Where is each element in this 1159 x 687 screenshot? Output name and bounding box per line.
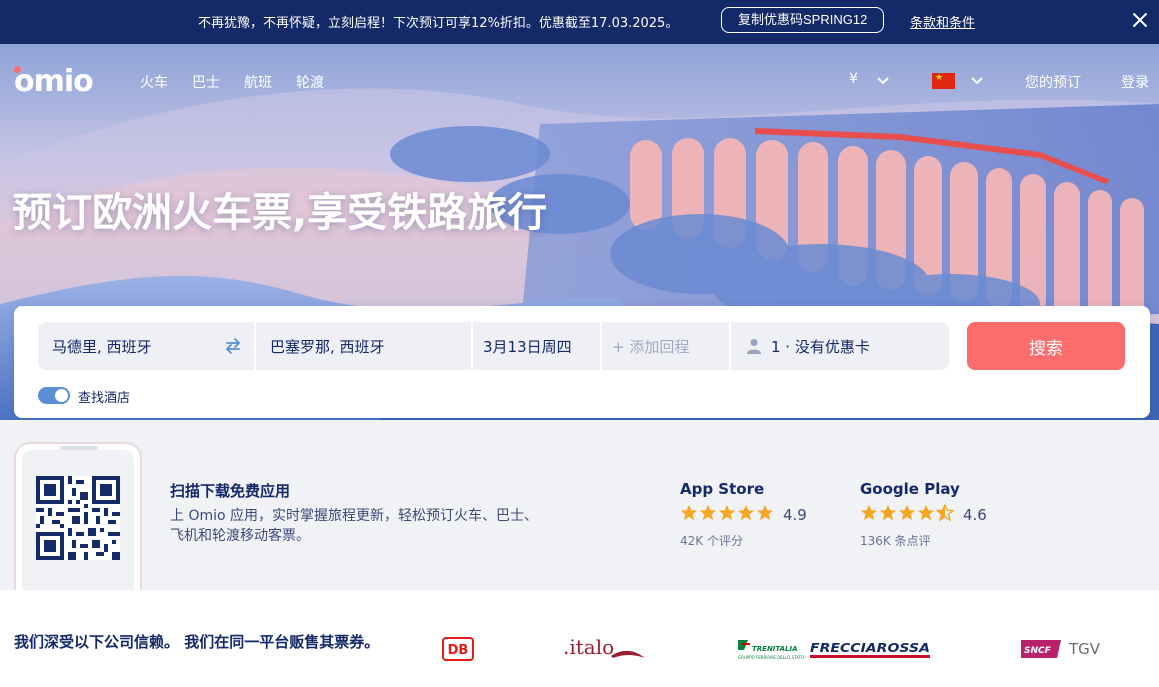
google-play-review-count: 136K 条点评	[860, 534, 931, 548]
omio-logo[interactable]: omio	[14, 64, 94, 99]
login-link[interactable]: 登录	[1121, 72, 1149, 92]
promo-banner: 不再犹豫，不再怀疑，立刻启程！下次预订可享12%折扣。优惠截至17.03.202…	[0, 0, 1159, 44]
departure-date-value: 3月13日周四	[483, 337, 572, 356]
china-flag-icon[interactable]: ★	[932, 73, 955, 89]
star-icon	[879, 504, 897, 521]
svg-text:GRUPPO FERROVIE DELLO STATO IT: GRUPPO FERROVIE DELLO STATO ITALIANE	[738, 655, 806, 660]
trusted-partners-text: 我们深受以下公司信赖。 我们在同一平台贩售其票券。	[14, 633, 380, 651]
qr-code-icon	[36, 476, 120, 560]
nav-ferries[interactable]: 轮渡	[296, 72, 324, 92]
app-download-section: 扫描下载免费应用 上 Omio 应用，实时掌握旅程更新，轻松预订火车、巴士、飞机…	[0, 420, 1159, 602]
nav-flights[interactable]: 航班	[244, 72, 272, 92]
trenitalia-logo: TRENITALIA GRUPPO FERROVIE DELLO STATO I…	[738, 640, 806, 660]
italo-logo-text: .italo	[563, 635, 614, 659]
app-store-stars	[680, 504, 775, 522]
app-promo-description: 上 Omio 应用，实时掌握旅程更新，轻松预订火车、巴士、飞机和轮渡移动客票。	[170, 508, 539, 544]
search-card: 马德里, 西班牙 巴塞罗那, 西班牙 3月13日周四 + 添加回程 1 · 没有…	[14, 306, 1150, 418]
star-icon	[898, 504, 916, 521]
passengers-field[interactable]: 1 · 没有优惠卡	[731, 322, 949, 370]
add-return-placeholder: + 添加回程	[612, 337, 690, 356]
star-icon	[917, 504, 935, 521]
person-icon	[747, 339, 761, 354]
chevron-down-icon[interactable]	[970, 76, 984, 86]
sncf-logo-text: SNCF	[1024, 646, 1052, 656]
promo-text: 不再犹豫，不再怀疑，立刻启程！下次预订可享12%折扣。优惠截至17.03.202…	[198, 16, 679, 31]
app-store-rating: 4.9	[783, 506, 807, 524]
star-icon	[756, 504, 774, 521]
close-icon[interactable]	[1130, 10, 1150, 30]
origin-field[interactable]: 马德里, 西班牙	[38, 322, 254, 370]
trusted-partners-section: 我们深受以下公司信赖。 我们在同一平台贩售其票券。 DB .italo TREN…	[0, 590, 1159, 687]
nav-buses[interactable]: 巴士	[192, 72, 220, 92]
passengers-value: 1 · 没有优惠卡	[771, 337, 870, 356]
destination-value: 巴塞罗那, 西班牙	[270, 337, 385, 356]
phone-notch	[60, 446, 98, 450]
currency-selector[interactable]: ¥	[849, 71, 858, 87]
db-logo-text: DB	[448, 643, 469, 658]
find-hotels-label: 查找酒店	[78, 391, 131, 406]
departure-date-field[interactable]: 3月13日周四	[473, 322, 600, 370]
phone-mockup	[14, 442, 142, 602]
my-bookings-link[interactable]: 您的预订	[1025, 72, 1081, 92]
db-logo: DB	[442, 637, 474, 661]
swap-icon[interactable]	[224, 337, 242, 355]
find-hotels-toggle[interactable]	[38, 387, 70, 404]
chevron-down-icon[interactable]	[876, 76, 890, 86]
star-icon	[737, 504, 755, 521]
terms-link[interactable]: 条款和条件	[910, 12, 975, 31]
destination-field[interactable]: 巴塞罗那, 西班牙	[256, 322, 471, 370]
toggle-knob	[55, 389, 68, 402]
frecciarossa-logo: FRECCIAROSSA	[810, 641, 930, 658]
app-store-review-count: 42K 个评分	[680, 534, 743, 548]
star-icon	[680, 504, 698, 521]
sncf-tgv-logo: SNCF TGV	[1021, 640, 1101, 658]
add-return-field[interactable]: + 添加回程	[602, 322, 729, 370]
copy-promo-code-button[interactable]: 复制优惠码SPRING12	[721, 7, 885, 33]
frecciarossa-logo-text: FRECCIAROSSA	[810, 641, 930, 655]
top-nav: omio 火车 巴士 航班 轮渡 ¥ ★ 您的预订 登录	[0, 44, 1159, 116]
star-icon	[699, 504, 717, 521]
origin-value: 马德里, 西班牙	[52, 337, 152, 356]
half-star-icon	[936, 504, 954, 522]
google-play-stars	[860, 504, 955, 522]
app-store-link[interactable]: App Store	[680, 480, 764, 498]
google-play-link[interactable]: Google Play	[860, 480, 960, 498]
search-button[interactable]: 搜索	[967, 322, 1125, 370]
trenitalia-logo-text: TRENITALIA	[752, 645, 798, 653]
star-icon	[718, 504, 736, 521]
tgv-logo-text: TGV	[1068, 640, 1101, 658]
italo-logo: .italo	[563, 635, 645, 659]
google-play-rating: 4.6	[963, 506, 987, 524]
hero-headline: 预订欧洲火车票,享受铁路旅行	[12, 190, 548, 236]
star-icon	[860, 504, 878, 521]
nav-trains[interactable]: 火车	[140, 72, 168, 92]
app-promo-title: 扫描下载免费应用	[170, 482, 291, 500]
